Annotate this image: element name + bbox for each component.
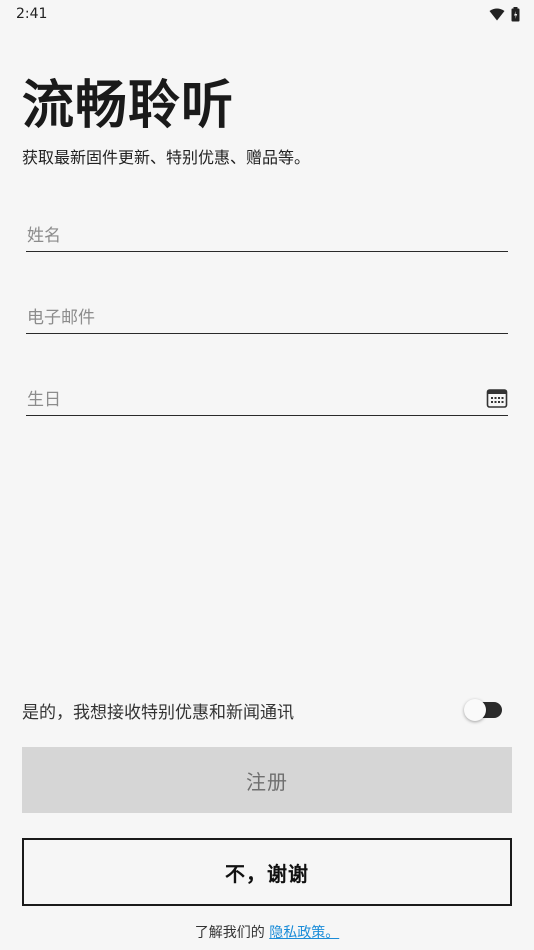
status-time: 2:41	[16, 6, 48, 22]
newsletter-toggle[interactable]	[464, 699, 502, 721]
newsletter-optin-row: 是的，我想接收特别优惠和新闻通讯	[22, 696, 502, 724]
register-button[interactable]: 注册	[22, 747, 512, 813]
privacy-notice: 了解我们的 隐私政策。	[0, 922, 534, 942]
status-icons	[489, 6, 520, 22]
page-subtitle: 获取最新固件更新、特别优惠、赠品等。	[22, 148, 311, 167]
no-thanks-button[interactable]: 不，谢谢	[22, 838, 512, 906]
privacy-policy-link[interactable]: 隐私政策。	[269, 925, 339, 941]
birthday-field[interactable]	[26, 376, 508, 416]
birthday-input[interactable]	[26, 390, 486, 411]
wifi-icon	[489, 8, 505, 21]
toggle-thumb	[464, 699, 486, 721]
page-title: 流畅聆听	[22, 76, 235, 136]
name-input[interactable]	[26, 226, 508, 247]
signup-screen: 2:41 流畅聆听 获取最新固件更新、特别优惠、赠品等。 姓名 电子邮件 生日 …	[0, 0, 534, 950]
battery-icon	[511, 6, 520, 22]
privacy-prefix: 了解我们的	[194, 925, 265, 941]
email-input[interactable]	[26, 308, 508, 329]
calendar-icon[interactable]	[486, 387, 508, 409]
newsletter-optin-label: 是的，我想接收特别优惠和新闻通讯	[22, 702, 294, 723]
email-field[interactable]	[26, 294, 508, 334]
status-bar: 2:41	[0, 0, 534, 28]
name-field[interactable]	[26, 212, 508, 252]
